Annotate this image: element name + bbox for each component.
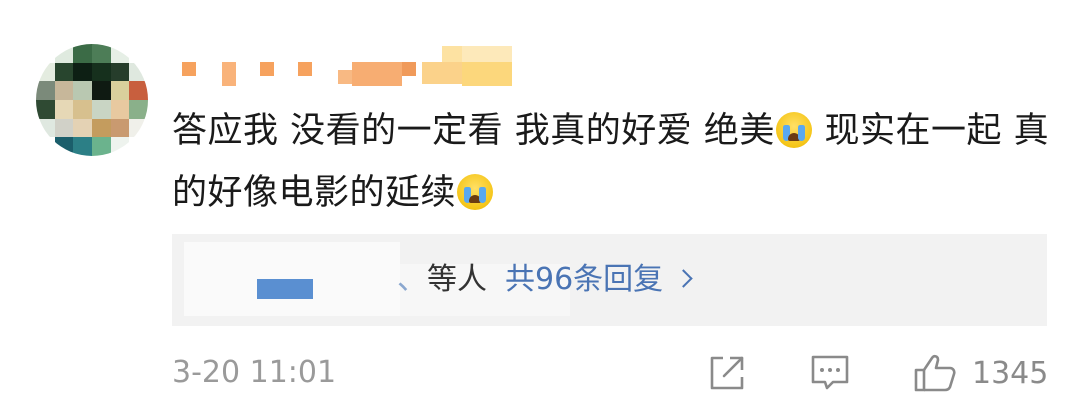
like-count: 1345	[972, 355, 1049, 391]
username-obscured[interactable]	[180, 42, 520, 86]
comment-text: 答应我 没看的一定看 我真的好爱 绝美 现实在一起 真的好像电影的延续	[172, 100, 1052, 224]
thumbs-up-icon	[914, 354, 956, 392]
replies-separator: 、	[397, 262, 427, 297]
like-button[interactable]: 1345	[912, 352, 1048, 394]
reply-user-obscured	[257, 279, 313, 299]
share-icon	[710, 356, 744, 390]
replies-count-link[interactable]: 共96条回复	[505, 262, 663, 297]
comment-icon	[811, 355, 849, 390]
comment-text-part-1: 答应我 没看的一定看 我真的好爱 绝美	[172, 111, 775, 151]
reply-button[interactable]	[808, 352, 852, 394]
replies-preview[interactable]: 、等人 共96条回复	[172, 234, 1047, 326]
crying-face-icon	[775, 112, 812, 148]
comment-card: 答应我 没看的一定看 我真的好爱 绝美 现实在一起 真的好像电影的延续 、等人共…	[0, 0, 1080, 407]
crying-face-icon	[457, 174, 494, 210]
chevron-right-icon	[674, 269, 693, 288]
comment-time: 3-20 11:01	[172, 355, 337, 390]
share-button[interactable]	[706, 352, 748, 394]
avatar[interactable]	[36, 44, 148, 156]
replies-suffix: 等人	[427, 262, 487, 297]
replies-summary[interactable]: 、等人 共96条回复	[397, 260, 693, 300]
